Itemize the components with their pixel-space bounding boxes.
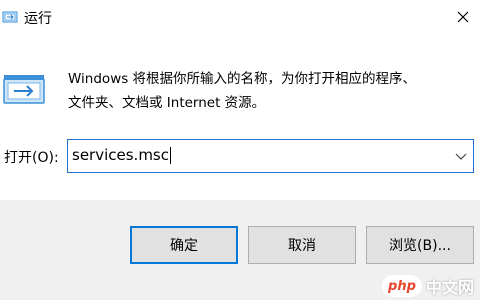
run-icon [2,11,18,23]
run-large-icon [3,75,45,104]
title-bar: 运行 [0,0,480,34]
open-input[interactable]: services.msc [72,146,171,164]
button-bar: 确定 取消 浏览(B)... php 中文网 [0,200,480,300]
text-caret [170,146,171,164]
ok-button[interactable]: 确定 [130,226,238,264]
open-label: 打开(O): [4,150,59,166]
description: Windows 将根据你所输入的名称，为你打开相应的程序、 文件夹、文档或 In… [68,67,416,115]
cancel-button[interactable]: 取消 [248,226,356,264]
dialog-content: Windows 将根据你所输入的名称，为你打开相应的程序、 文件夹、文档或 In… [0,34,480,200]
close-icon [457,11,469,23]
description-line-2: 文件夹、文档或 Internet 资源。 [68,95,266,111]
watermark-text: 中文网 [425,278,474,297]
open-combobox[interactable]: services.msc [67,139,474,173]
window-title: 运行 [24,11,52,27]
watermark: php 中文网 [381,274,474,298]
close-button[interactable] [446,0,480,34]
watermark-badge: php [381,275,422,297]
open-input-value: services.msc [72,146,169,164]
description-line-1: Windows 将根据你所输入的名称，为你打开相应的程序、 [68,71,417,87]
browse-button[interactable]: 浏览(B)... [366,226,474,264]
chevron-down-icon[interactable] [455,150,467,162]
